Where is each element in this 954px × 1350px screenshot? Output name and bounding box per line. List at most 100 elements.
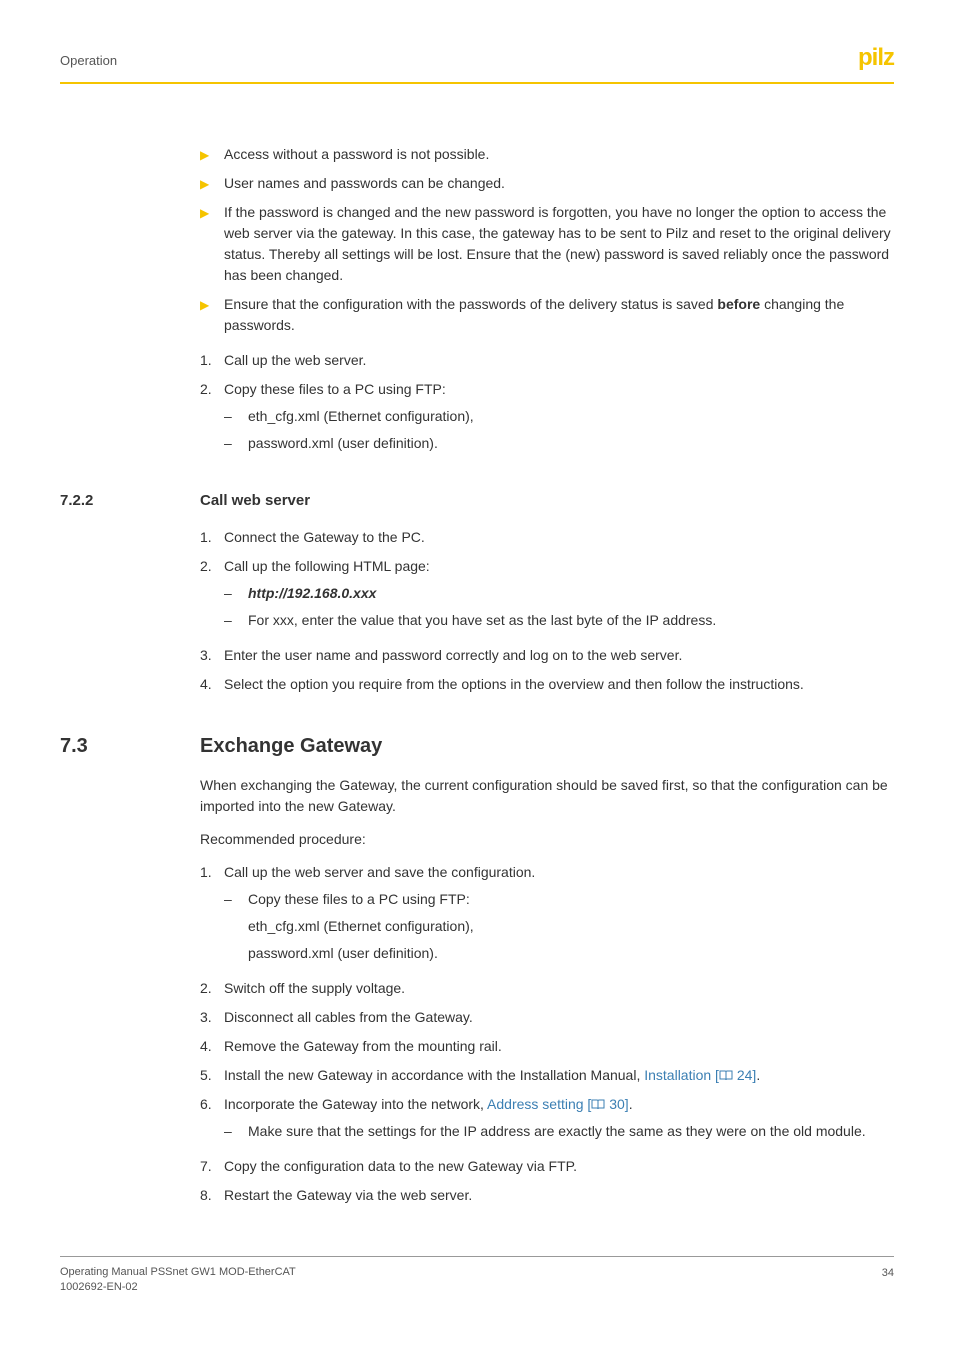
list-text: Install the new Gateway in accordance wi… bbox=[224, 1065, 894, 1086]
number-marker: 3. bbox=[200, 645, 224, 666]
list-item: 7. Copy the configuration data to the ne… bbox=[200, 1156, 894, 1177]
cross-ref-link[interactable]: Address setting [ 30] bbox=[487, 1096, 629, 1112]
list-text: Call up the following HTML page: – http:… bbox=[224, 556, 894, 637]
sub-item: – Make sure that the settings for the IP… bbox=[224, 1121, 894, 1142]
book-icon bbox=[719, 1070, 733, 1082]
list-text: Copy the configuration data to the new G… bbox=[224, 1156, 894, 1177]
list-item: 8. Restart the Gateway via the web serve… bbox=[200, 1185, 894, 1206]
paragraph: Recommended procedure: bbox=[200, 829, 894, 850]
section-number: 7.2.2 bbox=[60, 490, 200, 513]
text: . bbox=[629, 1096, 633, 1112]
number-marker: 7. bbox=[200, 1156, 224, 1177]
list-text: Remove the Gateway from the mounting rai… bbox=[224, 1036, 894, 1057]
dash-marker: – bbox=[224, 406, 248, 427]
bullet-item: ▶ User names and passwords can be change… bbox=[200, 173, 894, 194]
text: Install the new Gateway in accordance wi… bbox=[224, 1067, 644, 1083]
bullet-icon: ▶ bbox=[200, 173, 224, 194]
sub-item: – password.xml (user definition). bbox=[224, 433, 894, 454]
section-content: 1. Connect the Gateway to the PC. 2. Cal… bbox=[60, 527, 894, 695]
footer-title: Operating Manual PSSnet GW1 MOD-EtherCAT bbox=[60, 1265, 296, 1280]
sub-text: For xxx, enter the value that you have s… bbox=[248, 610, 894, 631]
list-text: Call up the web server. bbox=[224, 350, 894, 371]
chapter-content: When exchanging the Gateway, the current… bbox=[60, 775, 894, 1206]
list-item: 4. Remove the Gateway from the mounting … bbox=[200, 1036, 894, 1057]
link-text: Address setting [ bbox=[487, 1096, 591, 1112]
footer-docnum: 1002692-EN-02 bbox=[60, 1280, 296, 1295]
list-item: 3. Disconnect all cables from the Gatewa… bbox=[200, 1007, 894, 1028]
list-item: 3. Enter the user name and password corr… bbox=[200, 645, 894, 666]
text: Copy these files to a PC using FTP: bbox=[248, 889, 894, 910]
page-header: Operation pilz bbox=[60, 40, 894, 84]
text: Call up the following HTML page: bbox=[224, 558, 430, 574]
text: password.xml (user definition). bbox=[248, 943, 894, 964]
number-marker: 3. bbox=[200, 1007, 224, 1028]
sub-item: – Copy these files to a PC using FTP: et… bbox=[224, 889, 894, 964]
page-footer: Operating Manual PSSnet GW1 MOD-EtherCAT… bbox=[60, 1256, 894, 1296]
bullet-text: User names and passwords can be changed. bbox=[224, 173, 894, 194]
numbered-list: 1. Call up the web server and save the c… bbox=[200, 862, 894, 1206]
list-text: Incorporate the Gateway into the network… bbox=[224, 1094, 894, 1148]
book-icon bbox=[591, 1099, 605, 1111]
numbered-list: 1. Call up the web server. 2. Copy these… bbox=[200, 350, 894, 460]
section-heading: 7.2.2 Call web server bbox=[60, 490, 894, 513]
sub-item: – For xxx, enter the value that you have… bbox=[224, 610, 894, 631]
sub-text: Copy these files to a PC using FTP: eth_… bbox=[248, 889, 894, 964]
number-marker: 1. bbox=[200, 862, 224, 970]
cross-ref-link[interactable]: Installation [ 24] bbox=[644, 1067, 756, 1083]
bullet-icon: ▶ bbox=[200, 202, 224, 286]
section-title: Call web server bbox=[200, 490, 310, 513]
dash-marker: – bbox=[224, 433, 248, 454]
body-content: ▶ Access without a password is not possi… bbox=[60, 144, 894, 460]
text: Incorporate the Gateway into the network… bbox=[224, 1096, 487, 1112]
header-section: Operation bbox=[60, 51, 117, 71]
chapter-title: Exchange Gateway bbox=[200, 731, 382, 761]
dash-marker: – bbox=[224, 610, 248, 631]
chapter-number: 7.3 bbox=[60, 731, 200, 761]
bullet-icon: ▶ bbox=[200, 144, 224, 165]
number-marker: 2. bbox=[200, 379, 224, 460]
list-item: 4. Select the option you require from th… bbox=[200, 674, 894, 695]
bullet-item: ▶ Ensure that the configuration with the… bbox=[200, 294, 894, 336]
footer-doc-info: Operating Manual PSSnet GW1 MOD-EtherCAT… bbox=[60, 1265, 296, 1296]
list-item: 2. Copy these files to a PC using FTP: –… bbox=[200, 379, 894, 460]
list-text: Switch off the supply voltage. bbox=[224, 978, 894, 999]
list-text: Restart the Gateway via the web server. bbox=[224, 1185, 894, 1206]
sub-item: – http://192.168.0.xxx bbox=[224, 583, 894, 604]
list-text: Connect the Gateway to the PC. bbox=[224, 527, 894, 548]
chapter-heading: 7.3 Exchange Gateway bbox=[60, 731, 894, 761]
list-text: Copy these files to a PC using FTP: – et… bbox=[224, 379, 894, 460]
number-marker: 1. bbox=[200, 350, 224, 371]
text: Ensure that the configuration with the p… bbox=[224, 296, 717, 312]
list-item: 1. Call up the web server and save the c… bbox=[200, 862, 894, 970]
text: . bbox=[756, 1067, 760, 1083]
page-number: 34 bbox=[882, 1265, 894, 1296]
dash-marker: – bbox=[224, 889, 248, 964]
list-item: 1. Call up the web server. bbox=[200, 350, 894, 371]
text: Call up the web server and save the conf… bbox=[224, 864, 535, 880]
list-item: 1. Connect the Gateway to the PC. bbox=[200, 527, 894, 548]
sub-text: password.xml (user definition). bbox=[248, 433, 894, 454]
number-marker: 8. bbox=[200, 1185, 224, 1206]
text: Copy these files to a PC using FTP: bbox=[224, 381, 446, 397]
bullet-text: Access without a password is not possibl… bbox=[224, 144, 894, 165]
bullet-icon: ▶ bbox=[200, 294, 224, 336]
link-ref: 30] bbox=[605, 1096, 628, 1112]
dash-marker: – bbox=[224, 1121, 248, 1142]
list-item: 5. Install the new Gateway in accordance… bbox=[200, 1065, 894, 1086]
number-marker: 5. bbox=[200, 1065, 224, 1086]
list-text: Select the option you require from the o… bbox=[224, 674, 894, 695]
number-marker: 2. bbox=[200, 978, 224, 999]
bullet-list: ▶ Access without a password is not possi… bbox=[200, 144, 894, 336]
bullet-item: ▶ If the password is changed and the new… bbox=[200, 202, 894, 286]
list-item: 2. Switch off the supply voltage. bbox=[200, 978, 894, 999]
link-text: Installation [ bbox=[644, 1067, 719, 1083]
list-item: 2. Call up the following HTML page: – ht… bbox=[200, 556, 894, 637]
bold-text: before bbox=[717, 296, 760, 312]
text: eth_cfg.xml (Ethernet configuration), bbox=[248, 916, 894, 937]
paragraph: When exchanging the Gateway, the current… bbox=[200, 775, 894, 817]
list-item: 6. Incorporate the Gateway into the netw… bbox=[200, 1094, 894, 1148]
sub-text: eth_cfg.xml (Ethernet configuration), bbox=[248, 406, 894, 427]
sub-text: Make sure that the settings for the IP a… bbox=[248, 1121, 894, 1142]
number-marker: 4. bbox=[200, 674, 224, 695]
bullet-text: Ensure that the configuration with the p… bbox=[224, 294, 894, 336]
